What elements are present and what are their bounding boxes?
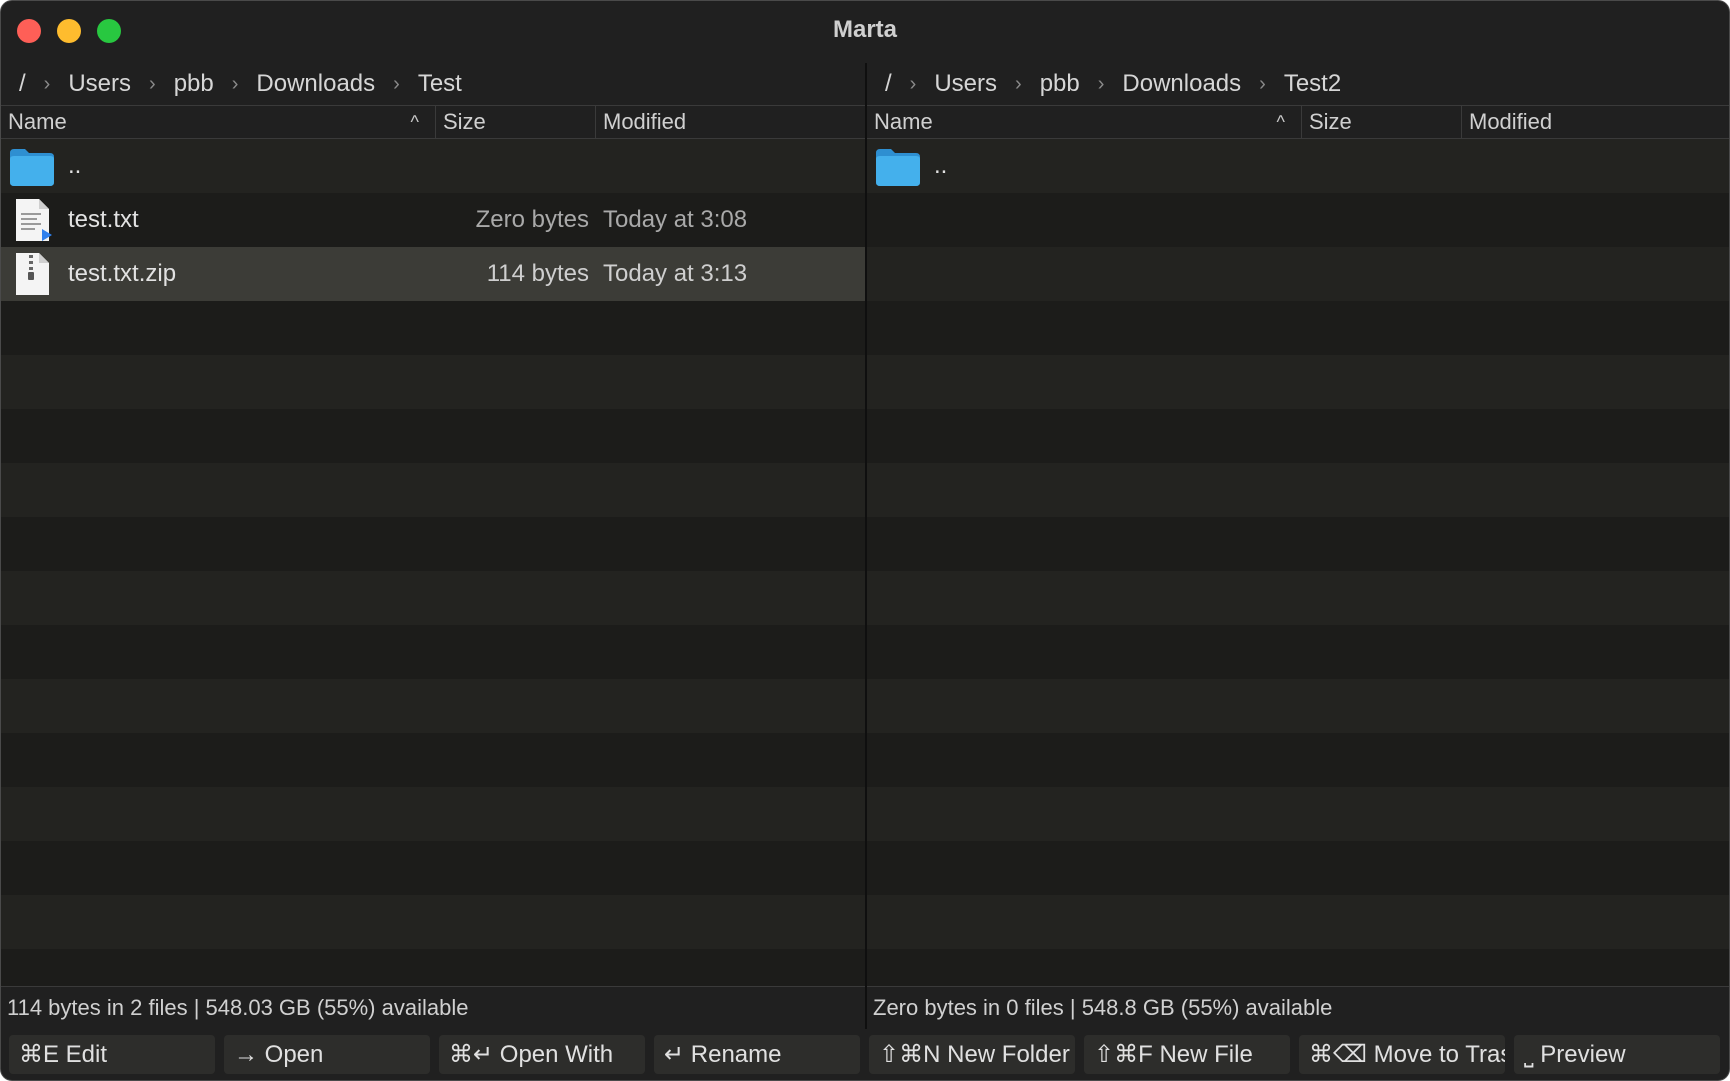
rename-button[interactable]: ↵ Rename [654, 1035, 860, 1074]
file-list: .. [867, 139, 1729, 986]
breadcrumb-root[interactable]: / [885, 70, 892, 98]
text-file-icon [16, 199, 52, 241]
chevron-right-icon: › [1097, 72, 1105, 95]
column-header-size[interactable]: Size [435, 106, 595, 138]
sort-ascending-icon: ^ [410, 112, 419, 132]
file-list: .. test.txt Zero bytes Today at 3:08 tes… [1, 139, 865, 986]
breadcrumb-pbb[interactable]: pbb [174, 70, 214, 98]
chevron-right-icon: › [1259, 72, 1266, 95]
chevron-right-icon: › [1015, 72, 1022, 95]
file-size: Zero bytes [475, 206, 589, 233]
breadcrumb-root[interactable]: / [19, 70, 26, 98]
move-to-trash-button[interactable]: ⌘⌫ Move to Trash [1299, 1035, 1505, 1074]
app-window: Marta / › Users › pbb › Downloads › Test… [0, 0, 1730, 1081]
preview-button[interactable]: ⎵ Preview [1514, 1035, 1720, 1074]
column-header-modified[interactable]: Modified [1461, 106, 1729, 138]
folder-icon [10, 149, 54, 186]
window-title: Marta [832, 16, 898, 43]
title-bar: Marta [1, 1, 1729, 63]
breadcrumb-users[interactable]: Users [68, 70, 131, 98]
breadcrumb-current[interactable]: Test2 [1284, 70, 1341, 98]
breadcrumb-users[interactable]: Users [934, 70, 997, 98]
file-modified: Today at 3:08 [603, 206, 748, 233]
left-pane: / › Users › pbb › Downloads › Test Name … [1, 63, 865, 1029]
column-name-label: Name [8, 109, 67, 134]
new-folder-button[interactable]: ⇧⌘N New Folder [869, 1035, 1075, 1074]
chevron-right-icon: › [909, 72, 917, 95]
open-with-button[interactable]: ⌘↵ Open With [439, 1035, 645, 1074]
file-name: test.txt.zip [68, 260, 177, 287]
column-header-name[interactable]: Name ^ [1, 106, 435, 138]
sort-ascending-icon: ^ [1276, 112, 1285, 132]
chevron-right-icon: › [393, 72, 400, 95]
chevron-right-icon: › [149, 72, 156, 95]
breadcrumb-downloads[interactable]: Downloads [1122, 70, 1241, 98]
breadcrumb-downloads[interactable]: Downloads [256, 70, 375, 98]
column-header: Name ^ Size Modified [867, 105, 1729, 139]
file-name: .. [68, 152, 82, 179]
breadcrumb: / › Users › pbb › Downloads › Test2 [867, 63, 1729, 105]
function-key-bar: ⌘E Edit → Open ⌘↵ Open With ↵ Rename ⇧⌘N… [1, 1029, 1729, 1080]
status-bar: 114 bytes in 2 files | 548.03 GB (55%) a… [1, 986, 865, 1029]
column-header-modified[interactable]: Modified [595, 106, 865, 138]
breadcrumb-current[interactable]: Test [418, 70, 462, 98]
breadcrumb: / › Users › pbb › Downloads › Test [1, 63, 865, 105]
file-size: 114 bytes [486, 260, 589, 287]
column-header-name[interactable]: Name ^ [867, 106, 1301, 138]
file-row-parent[interactable]: .. [1, 139, 865, 193]
chevron-right-icon: › [43, 72, 51, 95]
folder-icon [876, 149, 920, 186]
column-name-label: Name [874, 109, 933, 134]
file-name: .. [934, 152, 948, 179]
zip-file-icon [16, 253, 49, 295]
file-row-test-txt-zip[interactable]: test.txt.zip 114 bytes Today at 3:13 [1, 247, 865, 301]
right-pane: / › Users › pbb › Downloads › Test2 Name… [867, 63, 1729, 1029]
edit-button[interactable]: ⌘E Edit [9, 1035, 215, 1074]
column-header-size[interactable]: Size [1301, 106, 1461, 138]
new-file-button[interactable]: ⇧⌘F New File [1084, 1035, 1290, 1074]
file-row-parent[interactable]: .. [867, 139, 1729, 193]
breadcrumb-pbb[interactable]: pbb [1040, 70, 1080, 98]
file-row-test-txt[interactable]: test.txt Zero bytes Today at 3:08 [1, 193, 865, 247]
file-modified: Today at 3:13 [603, 260, 748, 287]
file-name: test.txt [68, 206, 139, 233]
chevron-right-icon: › [231, 72, 239, 95]
open-button[interactable]: → Open [224, 1035, 430, 1074]
column-header: Name ^ Size Modified [1, 105, 865, 139]
status-bar: Zero bytes in 0 files | 548.8 GB (55%) a… [867, 986, 1729, 1029]
